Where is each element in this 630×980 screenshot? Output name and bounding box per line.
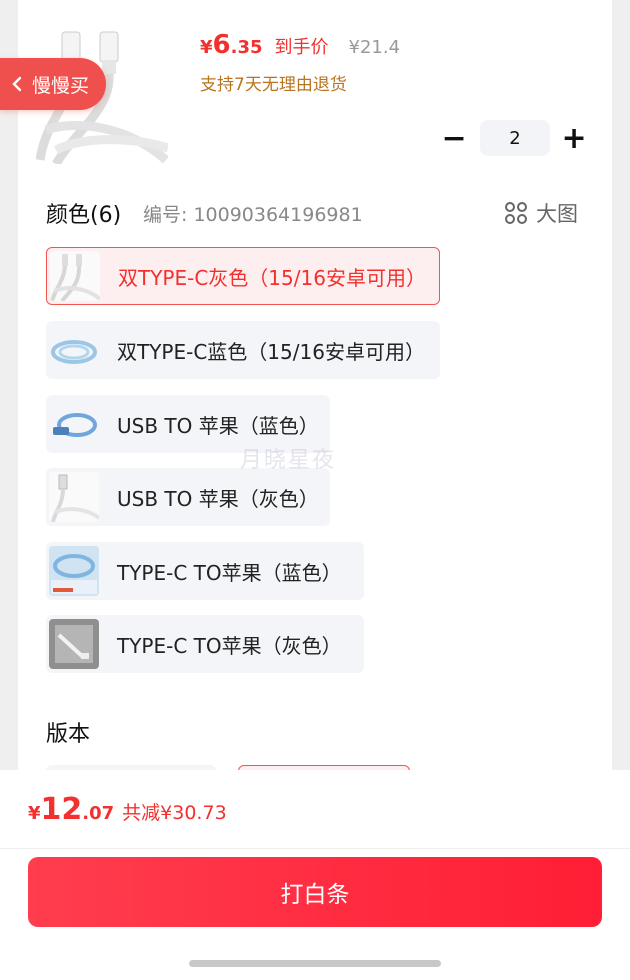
option-label: USB TO 苹果（灰色） <box>117 486 319 511</box>
price-row: ¥6.35 到手价 ¥21.4 <box>200 30 400 60</box>
total-price: ¥12.07 共减¥30.73 <box>28 792 227 827</box>
color-option[interactable]: USB TO 苹果（灰色） <box>46 468 330 526</box>
option-label: USB TO 苹果（蓝色） <box>117 413 319 438</box>
quantity-stepper: − 2 + <box>441 120 587 156</box>
option-thumbnail <box>49 399 99 449</box>
big-picture-toggle[interactable]: 大图 <box>504 198 578 228</box>
option-label: 双TYPE-C蓝色（15/16安卓可用） <box>117 339 425 364</box>
return-policy: 支持7天无理由退货 <box>200 75 347 95</box>
big-picture-label: 大图 <box>536 202 578 226</box>
final-price-label: 到手价 <box>274 37 329 58</box>
option-thumbnail <box>49 472 99 522</box>
version-section-title: 版本 <box>46 722 91 747</box>
option-thumbnail <box>49 546 99 596</box>
color-option[interactable]: 双TYPE-C蓝色（15/16安卓可用） <box>46 321 440 379</box>
option-thumbnail <box>49 325 99 375</box>
total-savings: 共减¥30.73 <box>122 802 227 824</box>
color-section-title: 颜色(6) <box>46 203 122 228</box>
option-label: TYPE-C TO苹果（灰色） <box>117 633 342 658</box>
divider <box>0 848 630 849</box>
home-indicator[interactable] <box>189 960 441 967</box>
final-price: ¥6.35 <box>200 30 263 60</box>
back-label: 慢慢买 <box>32 74 90 97</box>
watermark: 月晓星夜 <box>240 448 337 473</box>
option-label: TYPE-C TO苹果（蓝色） <box>117 560 342 585</box>
bottom-bar: ¥12.07 共减¥30.73 打白条 <box>0 770 630 980</box>
grid-icon <box>505 202 527 224</box>
increase-button[interactable]: + <box>561 120 586 156</box>
chevron-left-icon <box>12 76 22 92</box>
back-button[interactable]: 慢慢买 <box>0 58 106 110</box>
color-option[interactable]: TYPE-C TO苹果（灰色） <box>46 615 364 673</box>
color-option[interactable]: TYPE-C TO苹果（蓝色） <box>46 542 364 600</box>
option-label: 双TYPE-C灰色（15/16安卓可用） <box>118 265 426 290</box>
option-thumbnail <box>50 251 100 301</box>
buy-button[interactable]: 打白条 <box>28 857 602 927</box>
product-code: 编号: 10090364196981 <box>143 204 363 226</box>
option-thumbnail <box>49 619 99 669</box>
quantity-input[interactable]: 2 <box>480 120 550 156</box>
original-price: ¥21.4 <box>348 37 401 58</box>
color-option[interactable]: 双TYPE-C灰色（15/16安卓可用） <box>46 247 440 305</box>
decrease-button[interactable]: − <box>441 120 466 156</box>
